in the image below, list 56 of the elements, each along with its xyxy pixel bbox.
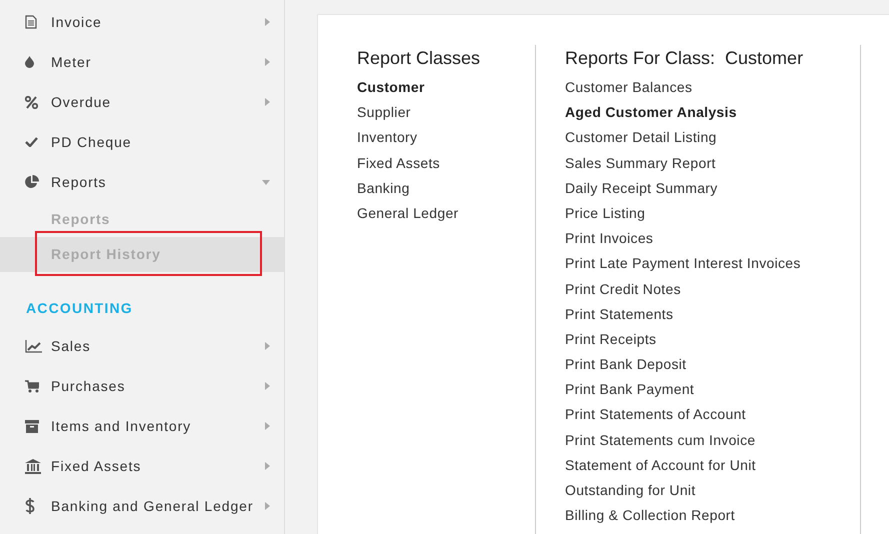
bank-icon — [25, 458, 41, 474]
section-heading: ACCOUNTING — [25, 299, 134, 318]
menu-item[interactable]: Overdue — [0, 82, 284, 122]
menu-item[interactable]: Reports — [0, 162, 284, 202]
column-title: Reports For Class: Customer — [565, 47, 804, 70]
column-title: Report Classes — [357, 47, 482, 70]
report-link[interactable]: Billing & Collection Report — [565, 503, 860, 528]
menu-item[interactable]: Purchases — [0, 366, 284, 406]
class-link[interactable]: Fixed Assets — [357, 150, 535, 176]
caret-right-icon — [265, 342, 270, 350]
report-link[interactable]: Print Late Payment Interest Invoices — [565, 251, 860, 276]
caret-right-icon — [265, 502, 270, 510]
report-link[interactable]: Print Invoices — [565, 226, 860, 252]
report-link[interactable]: Print Bank Deposit — [565, 352, 860, 378]
caret-right-icon — [265, 382, 270, 390]
class-link[interactable]: General Ledger — [357, 200, 535, 226]
line-chart-icon — [25, 340, 42, 352]
menu-item[interactable]: Invoice — [0, 2, 284, 42]
checkmark-icon — [25, 137, 38, 147]
report-link[interactable]: Print Credit Notes — [565, 276, 860, 302]
caret-right-icon — [265, 18, 270, 26]
menu-item[interactable]: PD Cheque — [0, 122, 284, 162]
caret-down-icon — [262, 180, 270, 184]
class-link[interactable]: Customer — [357, 75, 535, 100]
menu-item[interactable]: Meter — [0, 42, 284, 82]
menu-item[interactable]: Fixed Assets — [0, 446, 284, 486]
caret-right-icon — [265, 422, 270, 430]
report-link[interactable]: Print Receipts — [565, 326, 860, 352]
report-link[interactable]: Statement of Account for Unit — [565, 452, 860, 478]
report-link[interactable]: Aged Customer Analysis — [565, 100, 860, 126]
percent-icon — [25, 96, 38, 108]
report-link[interactable]: Price Listing — [565, 200, 860, 226]
caret-right-icon — [265, 98, 270, 106]
report-link[interactable]: Outstanding for Unit — [565, 478, 860, 504]
class-link[interactable]: Supplier — [357, 100, 535, 126]
document-icon — [25, 15, 37, 29]
report-link[interactable]: Customer Detail Listing — [565, 125, 860, 151]
caret-right-icon — [265, 462, 270, 470]
report-link[interactable]: Daily Receipt Summary — [565, 176, 860, 201]
menu-item[interactable]: Items and Inventory — [0, 406, 284, 446]
menu-item[interactable]: Sales — [0, 326, 284, 366]
report-link[interactable]: Print Statements of Account — [565, 402, 860, 428]
report-link[interactable]: Print Bank Payment — [565, 377, 860, 402]
dollar-icon — [25, 498, 35, 514]
water-drop-icon — [25, 56, 34, 68]
report-link[interactable]: Print Statements — [565, 302, 860, 327]
report-link[interactable]: Sales Summary Report — [565, 150, 860, 176]
report-link[interactable]: Print Statements cum Invoice — [565, 428, 860, 453]
class-link[interactable]: Inventory — [357, 125, 535, 151]
archive-box-icon — [25, 420, 39, 432]
class-link[interactable]: Banking — [357, 176, 535, 201]
menu-item[interactable]: Banking and General Ledger — [0, 486, 284, 526]
caret-right-icon — [265, 58, 270, 66]
report-link[interactable]: Customer Balances — [565, 75, 860, 100]
cart-icon — [25, 380, 39, 392]
pie-chart-icon — [25, 175, 39, 189]
